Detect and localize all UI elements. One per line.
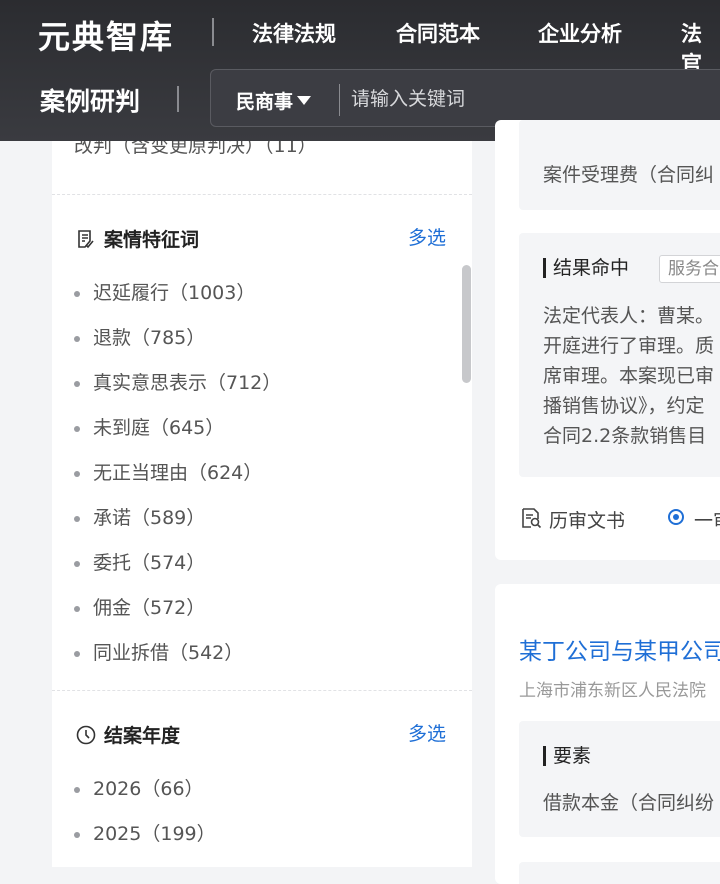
radio-first-instance[interactable] bbox=[668, 509, 684, 525]
list-item[interactable]: 2026（66） bbox=[74, 767, 216, 812]
search-divider bbox=[339, 84, 340, 116]
divider bbox=[52, 194, 472, 195]
nav-enterprise[interactable]: 企业分析 bbox=[538, 18, 622, 48]
list-item[interactable]: 退款（785） bbox=[74, 316, 281, 361]
case-features-list: 迟延履行（1003） 退款（785） 真实意思表示（712） 未到庭（645） … bbox=[74, 271, 281, 676]
element-line: 借款本金（合同纠纷 bbox=[543, 792, 715, 814]
section-title-case-features: 案情特征词 bbox=[76, 225, 199, 252]
multi-select-closing-year[interactable]: 多选 bbox=[408, 719, 446, 746]
para-line: 合同2.2条款销售目 bbox=[543, 425, 707, 447]
list-item[interactable]: 委托（574） bbox=[74, 541, 281, 586]
header-divider bbox=[212, 18, 214, 46]
list-item[interactable]: 真实意思表示（712） bbox=[74, 361, 281, 406]
court-name: 上海市浦东新区人民法院 bbox=[519, 681, 706, 701]
search-box: 民商事 bbox=[210, 69, 720, 127]
result-hit-box: 结果命中 服务合 法定代表人：曹某。 开庭进行了审理。质 席审理。本案现已审 播… bbox=[519, 233, 720, 477]
box-title: 要素 bbox=[543, 746, 591, 766]
next-box bbox=[519, 862, 720, 884]
closing-year-list: 2026（66） 2025（199） bbox=[74, 767, 216, 857]
result-tag[interactable]: 服务合 bbox=[659, 255, 720, 283]
brand-logo[interactable]: 元典智库 bbox=[38, 12, 174, 58]
section-title-text: 结案年度 bbox=[104, 725, 181, 747]
filter-item-partial[interactable]: 改判（含变更原判决）（11） bbox=[74, 141, 317, 158]
nav-contracts[interactable]: 合同范本 bbox=[396, 18, 480, 48]
list-item[interactable]: 迟延履行（1003） bbox=[74, 271, 281, 316]
keyword-input[interactable] bbox=[349, 80, 720, 118]
document-search-icon bbox=[522, 508, 542, 529]
result-paragraph: 法定代表人：曹某。 开庭进行了审理。质 席审理。本案现已审 播销售协议》，约定 … bbox=[543, 301, 720, 451]
elements-box: 要素 借款本金（合同纠纷 bbox=[519, 721, 720, 837]
case-title-link[interactable]: 某丁公司与某甲公司 bbox=[519, 632, 720, 666]
multi-select-case-features[interactable]: 多选 bbox=[408, 223, 446, 250]
list-item[interactable]: 无正当理由（624） bbox=[74, 451, 281, 496]
section-title-text: 案情特征词 bbox=[104, 229, 200, 251]
list-item[interactable]: 佣金（572） bbox=[74, 586, 281, 631]
scrollbar-thumb[interactable] bbox=[462, 265, 471, 383]
box-title: 结果命中 bbox=[543, 258, 629, 278]
filter-panel: 改判（含变更原判决）（11） 案情特征词 多选 迟延履行（1003） 退款（78… bbox=[52, 141, 472, 867]
para-line: 开庭进行了审理。质 bbox=[543, 335, 715, 357]
nav-laws[interactable]: 法律法规 bbox=[252, 18, 336, 48]
radio-label: 一审 bbox=[694, 510, 720, 532]
divider bbox=[52, 690, 472, 691]
section-title-closing-year: 结案年度 bbox=[76, 721, 180, 748]
history-docs-label[interactable]: 历审文书 bbox=[549, 506, 625, 533]
list-item[interactable]: 承诺（589） bbox=[74, 496, 281, 541]
para-line: 席审理。本案现已审 bbox=[543, 365, 715, 387]
list-item[interactable]: 2025（199） bbox=[74, 812, 216, 857]
case-type-label: 民商事 bbox=[236, 91, 294, 113]
result-card: 案件受理费（合同纠 结果命中 服务合 法定代表人：曹某。 开庭进行了审理。质 席… bbox=[495, 120, 720, 560]
fee-line: 案件受理费（合同纠 bbox=[543, 164, 715, 186]
case-type-dropdown[interactable]: 民商事 bbox=[236, 87, 312, 114]
result-card: 某丁公司与某甲公司 上海市浦东新区人民法院 要素 借款本金（合同纠纷 bbox=[495, 584, 720, 884]
para-line: 播销售协议》，约定 bbox=[543, 395, 705, 417]
list-item[interactable]: 同业拆借（542） bbox=[74, 631, 281, 676]
subtitle-divider bbox=[177, 86, 179, 112]
clock-icon bbox=[76, 725, 96, 744]
page-title: 案例研判 bbox=[40, 87, 141, 116]
caret-down-icon bbox=[297, 96, 312, 105]
para-line: 法定代表人：曹某。 bbox=[543, 305, 715, 327]
fee-box: 案件受理费（合同纠 bbox=[519, 120, 720, 210]
list-item[interactable]: 未到庭（645） bbox=[74, 406, 281, 451]
note-icon bbox=[78, 229, 94, 248]
